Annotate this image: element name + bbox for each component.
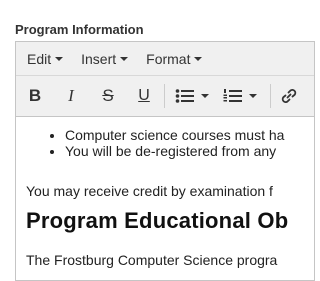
italic-icon: I <box>68 86 74 105</box>
editor-toolbar: B I S U <box>16 76 314 117</box>
bullet-list-button[interactable] <box>172 82 212 110</box>
editor-content[interactable]: Computer science courses must ha You wil… <box>16 117 314 280</box>
chevron-down-icon <box>249 94 257 98</box>
toolbar-divider <box>270 84 271 108</box>
menu-insert-label: Insert <box>81 50 117 67</box>
link-button[interactable] <box>276 82 302 110</box>
bold-button[interactable]: B <box>22 82 48 110</box>
chevron-down-icon <box>201 94 209 98</box>
paragraph: The Frostburg Computer Science progra <box>26 252 278 268</box>
bold-icon: B <box>28 86 42 105</box>
toolbar-divider <box>164 84 165 108</box>
menu-edit[interactable]: Edit <box>18 42 72 75</box>
chevron-down-icon <box>55 56 64 61</box>
numbered-list-icon <box>223 89 242 102</box>
strikethrough-icon: S <box>102 86 114 105</box>
paragraph: You may receive credit by examination f <box>26 183 273 199</box>
list-item: You will be de-registered from any <box>65 143 314 159</box>
chevron-down-icon <box>120 56 129 61</box>
underline-button[interactable]: U <box>131 82 157 110</box>
italic-button[interactable]: I <box>58 82 84 110</box>
rich-text-editor: Edit Insert Format B I S U • Computer sc… <box>15 41 315 281</box>
menu-format[interactable]: Format <box>137 42 211 75</box>
bullet-list-icon <box>175 89 194 103</box>
strikethrough-button[interactable]: S <box>95 82 121 110</box>
numbered-list-button[interactable] <box>220 82 260 110</box>
link-icon <box>281 89 297 103</box>
bullet-list: Computer science courses must ha You wil… <box>16 127 314 159</box>
menu-format-label: Format <box>146 50 191 67</box>
menu-edit-label: Edit <box>27 50 52 67</box>
section-heading: Program Educational Ob <box>26 208 289 233</box>
editor-menubar: Edit Insert Format <box>16 42 314 76</box>
underline-icon: U <box>138 87 150 104</box>
chevron-down-icon <box>194 56 203 61</box>
menu-insert[interactable]: Insert <box>72 42 137 75</box>
field-label: Program Information <box>15 22 144 37</box>
list-item: Computer science courses must ha <box>65 127 314 143</box>
